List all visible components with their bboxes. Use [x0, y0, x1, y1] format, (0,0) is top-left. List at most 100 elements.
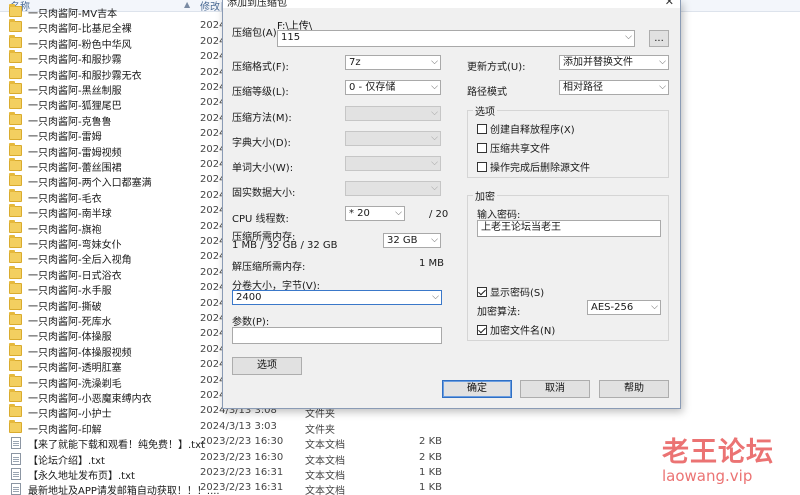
chevron-down-icon: ⌵	[431, 133, 438, 143]
file-date: 2024/3/13 3:03	[200, 420, 277, 432]
path-value: 相对路径	[563, 82, 603, 93]
options-group-title: 选项	[473, 103, 497, 118]
delete-source-label: 操作完成后删除源文件	[490, 163, 590, 174]
chevron-down-icon: ⌵	[659, 82, 666, 92]
archive-label: 压缩包(A)	[232, 28, 277, 39]
file-name: 一只肉酱阿-体操服视频	[28, 347, 132, 359]
ok-button[interactable]: 确定	[442, 380, 512, 398]
chevron-down-icon: ⌵	[431, 57, 438, 67]
dialog-titlebar[interactable]: 添加到压缩包 ✕	[223, 0, 680, 9]
folder-icon	[9, 204, 22, 218]
folder-icon	[9, 296, 22, 310]
folder-icon	[9, 142, 22, 156]
watermark-title: 老王论坛	[662, 437, 774, 468]
chevron-down-icon: ⌵	[395, 208, 402, 218]
file-name: 一只肉酱阿-死库水	[28, 317, 112, 328]
file-name: 一只肉酱阿-水手服	[28, 286, 112, 298]
chevron-down-icon: ⌵	[625, 32, 632, 42]
folder-icon	[9, 404, 22, 418]
enc-method-select[interactable]: AES-256 ⌵	[587, 300, 661, 315]
format-select[interactable]: 7z ⌵	[345, 55, 441, 70]
checkbox-icon	[477, 124, 487, 134]
folder-icon	[9, 358, 22, 372]
file-name: 一只肉酱阿-印解	[28, 424, 102, 436]
file-name: 一只肉酱阿-粉色中华风	[28, 39, 132, 51]
decomp-label: 解压缩所需内存:	[232, 262, 306, 273]
format-label: 压缩格式(F):	[232, 62, 289, 73]
file-name: 一只肉酱阿-洗澡剃毛	[28, 378, 122, 390]
update-select[interactable]: 添加并替换文件 ⌵	[559, 55, 669, 70]
split-value: 2400	[236, 292, 262, 303]
folder-icon	[9, 65, 22, 79]
chevron-down-icon: ⌵	[432, 292, 439, 302]
mem-detail: 1 MB / 32 GB / 32 GB	[232, 240, 338, 251]
cpu-label: CPU 线程数:	[232, 214, 289, 225]
cpu-select[interactable]: * 20 ⌵	[345, 206, 405, 221]
file-name: 一只肉酱阿-狐狸尾巴	[28, 101, 122, 113]
cancel-button[interactable]: 取消	[520, 380, 590, 398]
folder-icon	[9, 342, 22, 356]
file-name: 一只肉酱阿-和服抄霧无衣	[28, 70, 142, 82]
dialog-title: 添加到压缩包	[227, 0, 287, 9]
level-value: 0 - 仅存储	[349, 82, 396, 93]
folder-icon	[9, 281, 22, 295]
folder-icon	[9, 219, 22, 233]
browse-button[interactable]: ...	[649, 30, 669, 47]
help-button[interactable]: 帮助	[599, 380, 669, 398]
archive-name-combo[interactable]: 115 ⌵	[277, 30, 635, 47]
dict-label: 字典大小(D):	[232, 138, 291, 149]
dict-select: ⌵	[345, 131, 441, 146]
method-select: ⌵	[345, 106, 441, 121]
password-label: 输入密码:	[477, 210, 521, 221]
show-password-label: 显示密码(S)	[490, 288, 545, 299]
file-name: 一只肉酱阿-撕破	[28, 301, 102, 313]
folder-icon	[9, 327, 22, 341]
file-type: 文件夹	[305, 424, 335, 436]
folder-icon	[9, 34, 22, 48]
shared-label: 压缩共享文件	[490, 144, 550, 155]
level-select[interactable]: 0 - 仅存储 ⌵	[345, 80, 441, 95]
word-select: ⌵	[345, 156, 441, 171]
format-value: 7z	[349, 57, 361, 68]
folder-icon	[9, 373, 22, 387]
checkbox-checked-icon	[477, 287, 487, 297]
mem-select[interactable]: 32 GB ⌵	[383, 233, 441, 248]
password-input[interactable]: 上老王论坛当老王	[477, 220, 661, 237]
file-name: 【来了就能下载和观看！纯免费！】.txt	[28, 440, 205, 452]
folder-icon	[9, 265, 22, 279]
file-type: 文本文档	[305, 486, 345, 495]
file-type: 文本文档	[305, 440, 345, 452]
path-select[interactable]: 相对路径 ⌵	[559, 80, 669, 95]
file-name: 一只肉酱阿-雷姆	[28, 132, 102, 144]
file-name: 一只肉酱阿-克鲁鲁	[28, 116, 112, 128]
encrypt-names-checkbox[interactable]: 加密文件名(N)	[477, 322, 555, 337]
file-name: 一只肉酱阿-透明肛塞	[28, 363, 122, 375]
file-name: 【永久地址发布页】.txt	[28, 471, 135, 482]
shared-checkbox[interactable]: 压缩共享文件	[477, 140, 550, 155]
file-name: 一只肉酱阿-雷姆视频	[28, 147, 122, 159]
show-password-checkbox[interactable]: 显示密码(S)	[477, 284, 544, 299]
delete-source-checkbox[interactable]: 操作完成后删除源文件	[477, 159, 590, 174]
folder-icon	[9, 158, 22, 171]
enc-method-label: 加密算法:	[477, 307, 521, 318]
folder-icon	[9, 50, 22, 64]
file-name: 一只肉酱阿-日式浴衣	[28, 270, 122, 282]
file-name: 一只肉酱阿-MV吉本	[28, 9, 118, 20]
params-input[interactable]	[232, 327, 442, 344]
file-name: 一只肉酱阿-小恶魔束缚内衣	[28, 394, 152, 405]
file-name: 一只肉酱阿-旗袍	[28, 224, 102, 236]
method-label: 压缩方法(M):	[232, 113, 292, 124]
password-value: 上老王论坛当老王	[481, 222, 561, 233]
options-button[interactable]: 选项	[232, 357, 302, 375]
chevron-down-icon: ⌵	[431, 108, 438, 118]
update-label: 更新方式(U):	[467, 62, 526, 73]
file-date: 2023/2/23 16:31	[200, 482, 284, 494]
close-icon[interactable]: ✕	[665, 0, 674, 8]
file-name: 一只肉酱阿-小护士	[28, 409, 112, 421]
file-name: 一只肉酱阿-蕾丝围裙	[28, 163, 122, 174]
checkbox-checked-icon	[477, 325, 487, 335]
cpu-total: / 20	[429, 209, 449, 220]
file-name: 一只肉酱阿-全后入视角	[28, 255, 132, 267]
sfx-checkbox[interactable]: 创建自释放程序(X)	[477, 121, 575, 136]
split-combo[interactable]: 2400 ⌵	[232, 290, 442, 305]
